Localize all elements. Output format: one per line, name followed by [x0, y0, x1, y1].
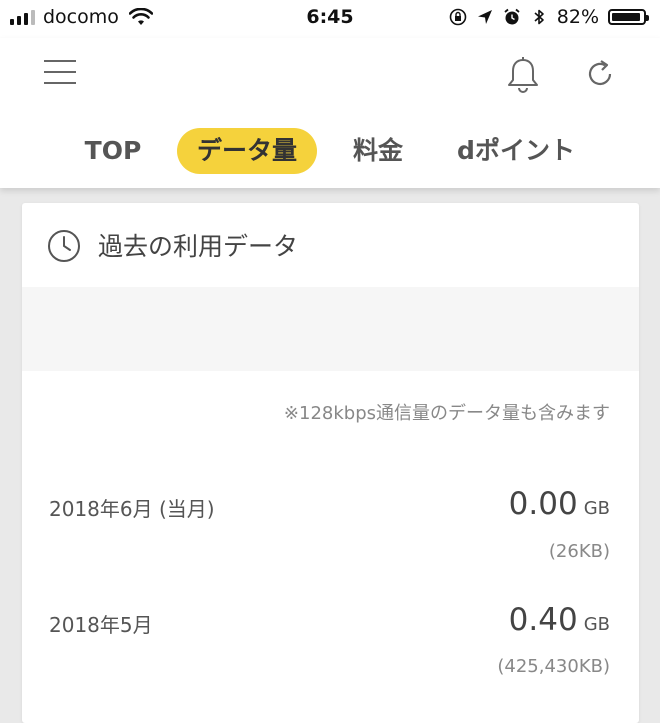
tab-top[interactable]: TOP: [72, 128, 154, 174]
location-icon: [477, 10, 492, 24]
usage-value: 0.00: [508, 486, 578, 522]
tab-d-point[interactable]: dポイント: [446, 128, 586, 174]
battery-icon: [608, 9, 649, 25]
chart-placeholder: [22, 287, 639, 371]
usage-unit: GB: [583, 498, 610, 519]
tab-charges[interactable]: 料金: [340, 128, 416, 174]
orientation-lock-icon: [449, 8, 467, 26]
usage-history-card: 過去の利用データ ※128kbps通信量のデータ量も含みます 2018年6月 (…: [22, 203, 639, 723]
card-header: 過去の利用データ: [22, 203, 639, 287]
refresh-icon[interactable]: [583, 57, 617, 91]
usage-value: 0.40: [508, 602, 578, 638]
menu-icon[interactable]: [44, 60, 76, 88]
alarm-icon: [504, 8, 520, 25]
app-header: TOP データ量 料金 dポイント: [0, 38, 660, 188]
usage-note: ※128kbps通信量のデータ量も含みます: [283, 403, 610, 424]
row-month-current: 2018年6月 (当月): [49, 497, 215, 521]
bluetooth-icon: [534, 9, 544, 25]
clock-icon: [48, 230, 80, 262]
main-tabs: TOP データ量 料金 dポイント: [0, 128, 660, 176]
battery-percent: 82%: [556, 6, 599, 28]
row-month-previous: 2018年5月: [49, 613, 153, 637]
status-right: 82%: [449, 6, 649, 28]
bell-icon[interactable]: [506, 56, 540, 94]
row-value-current: 0.00 GB: [509, 486, 610, 522]
status-bar: docomo 6:45 82%: [0, 0, 660, 38]
row-sub-current: (26KB): [548, 541, 610, 562]
row-sub-previous: (425,430KB): [497, 656, 610, 677]
row-value-previous: 0.40 GB: [509, 602, 610, 638]
card-title: 過去の利用データ: [98, 232, 299, 261]
tab-data-usage[interactable]: データ量: [177, 128, 317, 174]
usage-unit: GB: [583, 614, 610, 635]
